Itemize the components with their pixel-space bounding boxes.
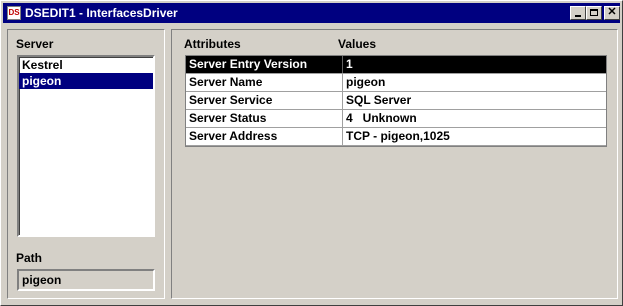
grid-row[interactable]: Server Entry Version 1 xyxy=(186,56,606,74)
attributes-header: Attributes xyxy=(184,37,241,51)
value-cell[interactable]: 1 xyxy=(343,56,606,73)
server-list-item-selected[interactable]: pigeon xyxy=(19,73,153,89)
value-cell[interactable]: 4 Unknown xyxy=(343,110,606,127)
maximize-button[interactable] xyxy=(586,6,602,20)
close-icon: ✕ xyxy=(607,6,617,18)
values-header: Values xyxy=(338,37,377,51)
value-cell[interactable]: pigeon xyxy=(343,74,606,91)
value-cell[interactable]: SQL Server xyxy=(343,92,606,109)
attribute-cell[interactable]: Server Entry Version xyxy=(186,56,343,73)
server-label: Server xyxy=(16,37,54,51)
attribute-cell[interactable]: Server Name xyxy=(186,74,343,91)
grid-row[interactable]: Server Address TCP - pigeon,1025 xyxy=(186,128,606,146)
minimize-button[interactable] xyxy=(570,6,586,20)
app-window: DS DSEDIT1 - InterfacesDriver ✕ Server K… xyxy=(0,0,623,306)
maximize-icon xyxy=(590,9,598,16)
path-field: pigeon xyxy=(17,269,155,291)
grid-row[interactable]: Server Name pigeon xyxy=(186,74,606,92)
attribute-cell[interactable]: Server Status xyxy=(186,110,343,127)
title-bar[interactable]: DS DSEDIT1 - InterfacesDriver ✕ xyxy=(3,3,620,23)
attribute-cell[interactable]: Server Service xyxy=(186,92,343,109)
value-cell[interactable]: TCP - pigeon,1025 xyxy=(343,128,606,145)
attribute-cell[interactable]: Server Address xyxy=(186,128,343,145)
close-button[interactable]: ✕ xyxy=(604,6,620,20)
path-label: Path xyxy=(16,251,43,265)
app-icon[interactable]: DS xyxy=(7,6,21,20)
server-list-item[interactable]: Kestrel xyxy=(19,57,153,73)
window-title: DSEDIT1 - InterfacesDriver xyxy=(25,6,178,20)
server-listbox[interactable]: Kestrel pigeon xyxy=(17,55,155,237)
grid-row[interactable]: Server Status 4 Unknown xyxy=(186,110,606,128)
grid-row[interactable]: Server Service SQL Server xyxy=(186,92,606,110)
attributes-grid[interactable]: Server Entry Version 1 Server Name pigeo… xyxy=(185,55,607,147)
minimize-icon xyxy=(575,15,581,17)
